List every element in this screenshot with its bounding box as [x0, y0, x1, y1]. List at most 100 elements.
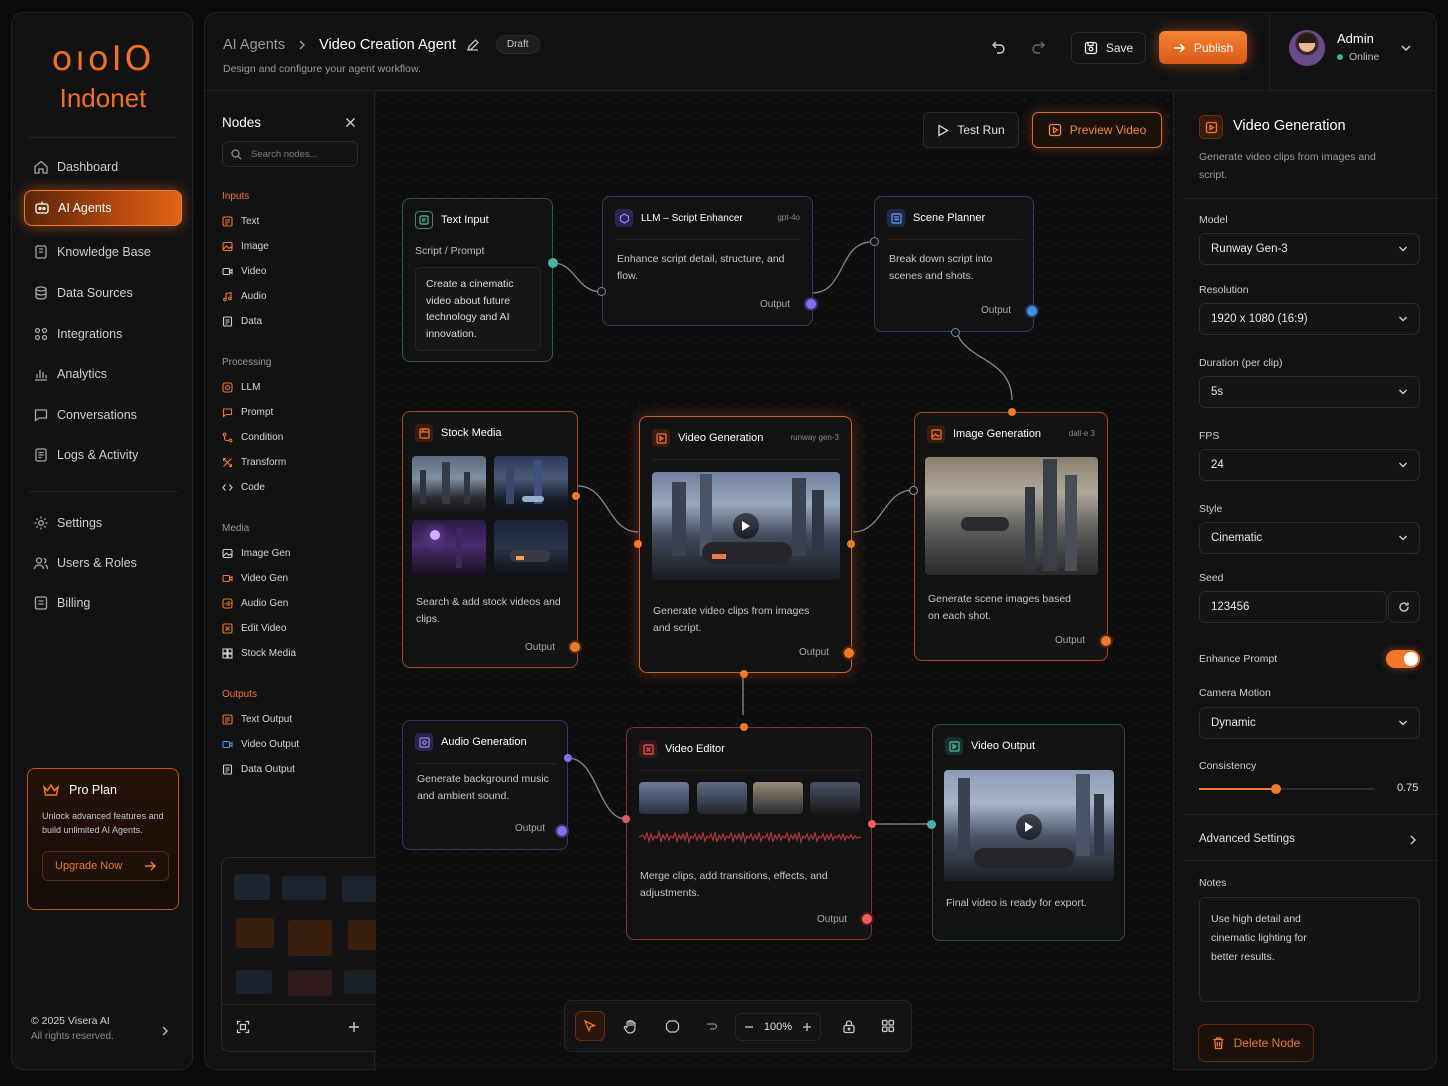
nav-item-logs[interactable]: Logs & Activity [24, 437, 182, 473]
port-out[interactable] [806, 299, 816, 309]
connect-tool[interactable] [696, 1011, 726, 1041]
node-item-code[interactable]: Code [222, 482, 265, 493]
edit-icon[interactable] [466, 38, 480, 52]
nav-item-analytics[interactable]: Analytics [24, 356, 182, 392]
port-in[interactable] [597, 287, 606, 296]
nav-item-billing[interactable]: Billing [24, 585, 182, 621]
node-item-data-output[interactable]: Data Output [222, 764, 295, 775]
consistency-slider[interactable] [1199, 784, 1375, 794]
video-preview[interactable] [652, 472, 840, 580]
stock-thumb[interactable] [494, 456, 568, 512]
port-top[interactable] [1008, 408, 1016, 416]
play-icon[interactable] [1016, 814, 1042, 840]
node-item-edit-video[interactable]: Edit Video [222, 623, 286, 634]
port-top[interactable] [740, 723, 748, 731]
port-bottom[interactable] [951, 328, 960, 337]
redo-icon[interactable] [1030, 39, 1046, 55]
seed-input[interactable]: 123456 [1199, 591, 1387, 623]
advanced-settings-label[interactable]: Advanced Settings [1199, 833, 1295, 845]
notes-textarea[interactable]: Use high detail and cinematic lighting f… [1199, 897, 1420, 1002]
node-stock-media[interactable]: Stock Media Search & add stock videos an… [402, 411, 578, 668]
port-bottom[interactable] [740, 670, 748, 678]
close-icon[interactable] [345, 117, 356, 128]
stock-thumb[interactable] [412, 520, 486, 576]
node-item-prompt[interactable]: Prompt [222, 407, 273, 418]
node-video-output[interactable]: Video Output Final video is ready for ex… [932, 724, 1125, 941]
clip-thumb[interactable] [753, 782, 803, 814]
node-item-video-gen[interactable]: Video Gen [222, 573, 288, 584]
nav-item-data-sources[interactable]: Data Sources [24, 275, 182, 311]
stock-thumb[interactable] [494, 520, 568, 576]
port-in[interactable] [909, 486, 918, 495]
port-out[interactable] [862, 914, 872, 924]
node-video-editor[interactable]: Video Editor Merge clips, add transition… [626, 727, 872, 940]
clip-thumb[interactable] [639, 782, 689, 814]
lock-button[interactable] [834, 1011, 864, 1041]
zoom-in-icon[interactable] [348, 1021, 360, 1033]
search-input[interactable]: Search nodes... [222, 141, 358, 167]
model-select[interactable]: Runway Gen-3 [1199, 233, 1420, 265]
fit-view-icon[interactable] [236, 1020, 250, 1034]
node-item-text-output[interactable]: Text Output [222, 714, 292, 725]
chevron-right-icon[interactable] [160, 1025, 170, 1037]
node-image-generation[interactable]: Image Generation dall-e 3 Generate scene… [914, 412, 1108, 661]
node-item-llm[interactable]: LLM [222, 382, 260, 393]
prompt-textarea[interactable]: Create a cinematic video about future te… [415, 267, 541, 351]
port-out[interactable] [844, 648, 854, 658]
port-out[interactable] [1027, 306, 1037, 316]
nav-item-users-roles[interactable]: Users & Roles [24, 545, 182, 581]
clip-thumb[interactable] [697, 782, 747, 814]
pan-tool[interactable] [615, 1011, 645, 1041]
port-in[interactable] [870, 237, 879, 246]
port-out[interactable] [564, 754, 572, 762]
duration-select[interactable]: 5s [1199, 376, 1420, 408]
node-item-stock-media[interactable]: Stock Media [222, 648, 296, 659]
port-in-right[interactable] [847, 540, 855, 548]
resolution-select[interactable]: 1920 x 1080 (16:9) [1199, 303, 1420, 335]
breadcrumb-parent[interactable]: AI Agents [223, 37, 285, 53]
publish-button[interactable]: Publish [1159, 31, 1247, 64]
delete-node-button[interactable]: Delete Node [1198, 1024, 1314, 1062]
node-scene-planner[interactable]: Scene Planner Break down script into sce… [874, 196, 1034, 332]
node-video-generation[interactable]: Video Generation runway gen-3 Generate v… [639, 416, 852, 673]
nav-item-integrations[interactable]: Integrations [24, 316, 182, 352]
node-item-transform[interactable]: Transform [222, 457, 286, 468]
port-out[interactable] [1101, 636, 1111, 646]
zoom-out-icon[interactable] [744, 1022, 754, 1032]
nav-item-conversations[interactable]: Conversations [24, 397, 182, 433]
stock-thumb[interactable] [412, 456, 486, 512]
nav-item-ai-agents[interactable]: AI Agents [24, 190, 182, 226]
node-item-video[interactable]: Video [222, 266, 266, 277]
grid-button[interactable] [873, 1011, 903, 1041]
chevron-right-icon[interactable] [1409, 834, 1417, 846]
port-in[interactable] [634, 540, 642, 548]
logo[interactable]: oıoIO Indonet [12, 39, 194, 115]
nav-item-knowledge-base[interactable]: Knowledge Base [24, 234, 182, 270]
port-out[interactable] [557, 826, 567, 836]
port-out-right[interactable] [868, 820, 876, 828]
node-item-image[interactable]: Image [222, 241, 269, 252]
randomize-seed-button[interactable] [1388, 591, 1420, 623]
clip-thumb[interactable] [810, 782, 860, 814]
camera-select[interactable]: Dynamic [1199, 707, 1420, 739]
node-llm-script-enhancer[interactable]: LLM – Script Enhancer gpt-4o Enhance scr… [602, 196, 813, 326]
node-item-data[interactable]: Data [222, 316, 262, 327]
zoom-in-icon[interactable] [802, 1022, 812, 1032]
preview-video-button[interactable]: Preview Video [1032, 112, 1162, 148]
port-out[interactable] [572, 492, 580, 500]
port-in[interactable] [622, 815, 630, 823]
fps-select[interactable]: 24 [1199, 449, 1420, 481]
undo-icon[interactable] [991, 39, 1007, 55]
node-text-input[interactable]: Text Input Script / Prompt Create a cine… [402, 198, 553, 362]
save-button[interactable]: Save [1071, 32, 1146, 64]
play-icon[interactable] [733, 513, 759, 539]
upgrade-button[interactable]: Upgrade Now [42, 851, 169, 881]
slider-handle[interactable] [1270, 784, 1281, 794]
node-item-text[interactable]: Text [222, 216, 259, 227]
final-video-preview[interactable] [944, 770, 1114, 881]
style-select[interactable]: Cinematic [1199, 522, 1420, 554]
select-tool[interactable] [575, 1011, 605, 1041]
nav-item-dashboard[interactable]: Dashboard [24, 149, 182, 185]
enhance-toggle[interactable] [1386, 650, 1420, 668]
node-item-condition[interactable]: Condition [222, 432, 283, 443]
